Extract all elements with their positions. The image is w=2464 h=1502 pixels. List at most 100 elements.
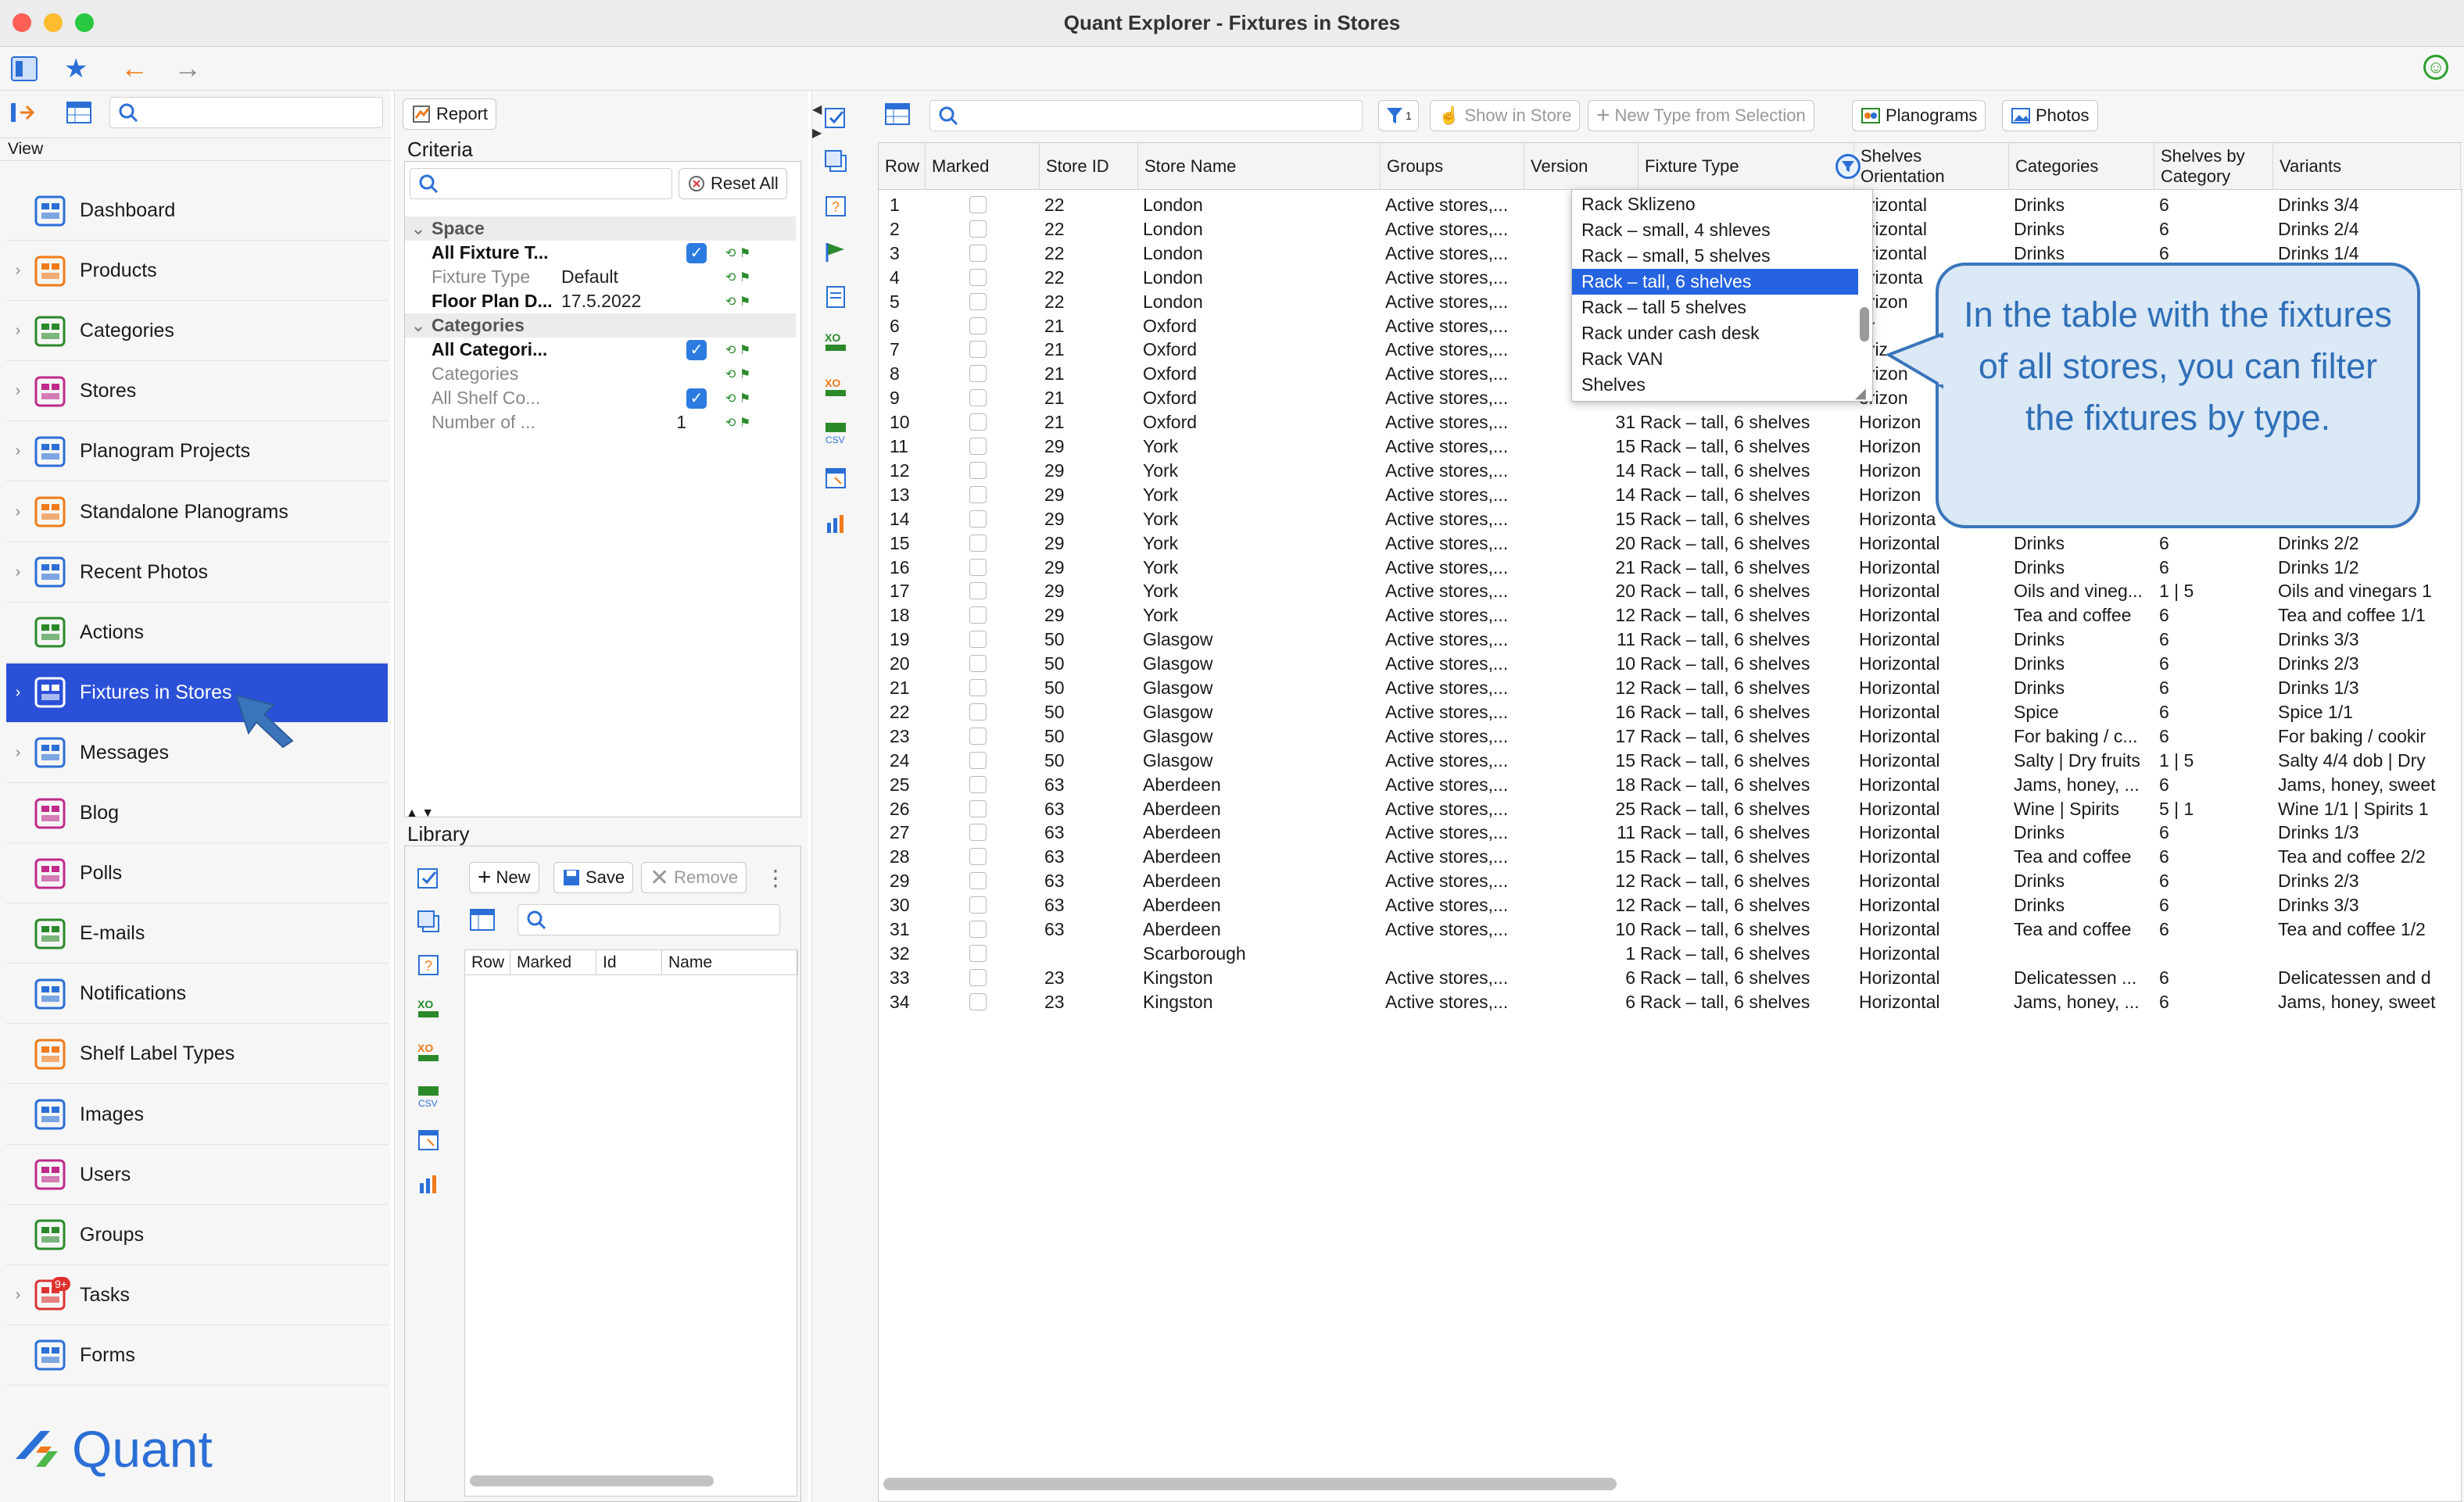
- criteria-actions-icon[interactable]: ⟲ ⚑: [725, 415, 750, 431]
- sidebar-item-shelf-label-types[interactable]: Shelf Label Types: [6, 1025, 388, 1085]
- marked-checkbox[interactable]: [969, 896, 987, 914]
- dropdown-option[interactable]: Rack – tall, 6 shelves: [1572, 269, 1858, 295]
- table-row[interactable]: 25 63 Aberdeen Active stores,... 18 Rack – ta…: [879, 773, 2450, 797]
- marked-checkbox[interactable]: [969, 968, 987, 986]
- chevron-down-icon[interactable]: ⌄: [405, 315, 432, 336]
- collapse-arrow-icon[interactable]: ◀: [812, 102, 822, 117]
- criteria-row[interactable]: Fixture Type Default ⟲ ⚑: [405, 265, 796, 289]
- column-header-variants[interactable]: Variants: [2273, 143, 2461, 190]
- new-button[interactable]: + New: [469, 862, 539, 893]
- sidebar-item-notifications[interactable]: Notifications: [6, 964, 388, 1025]
- flag-icon[interactable]: [822, 238, 850, 266]
- chart-icon[interactable]: [414, 1170, 442, 1198]
- table-row[interactable]: 18 29 York Active stores,... 12 Rack – tall, …: [879, 603, 2450, 628]
- navigation-search-input[interactable]: [109, 97, 383, 128]
- table-row[interactable]: 23 50 Glasgow Active stores,... 17 Rack – tal…: [879, 724, 2450, 749]
- marked-checkbox[interactable]: [969, 292, 987, 310]
- check-icon[interactable]: [822, 103, 850, 131]
- pivot-table-icon[interactable]: [414, 1126, 442, 1154]
- criteria-row[interactable]: Number of ... 1 ⟲ ⚑: [405, 410, 796, 435]
- column-header-categories[interactable]: Categories: [2009, 143, 2154, 190]
- sidebar-item-standalone-planograms[interactable]: › Standalone Planograms: [6, 483, 388, 542]
- show-in-store-button[interactable]: ☝ Show in Store: [1430, 100, 1581, 131]
- marked-checkbox[interactable]: [969, 606, 987, 624]
- marked-checkbox[interactable]: [969, 848, 987, 866]
- table-view-icon[interactable]: [66, 100, 92, 125]
- table-row[interactable]: 19 50 Glasgow Active stores,... 11 Rack – tal…: [879, 628, 2450, 652]
- marked-checkbox[interactable]: [969, 461, 987, 479]
- chevron-right-icon[interactable]: ›: [6, 442, 30, 460]
- table-view-icon[interactable]: [884, 102, 911, 127]
- marked-checkbox[interactable]: [969, 485, 987, 503]
- marked-checkbox[interactable]: [969, 220, 987, 238]
- library-column-header[interactable]: Name: [662, 950, 798, 975]
- marked-checkbox[interactable]: [969, 510, 987, 527]
- save-button[interactable]: Save: [553, 862, 634, 893]
- dropdown-scrollbar[interactable]: [1860, 307, 1869, 342]
- criteria-checkbox[interactable]: ✓: [686, 242, 718, 263]
- criteria-actions-icon[interactable]: ⟲ ⚑: [725, 245, 750, 261]
- sidebar-toggle-icon[interactable]: [11, 56, 38, 81]
- marked-checkbox[interactable]: [969, 751, 987, 769]
- fixture-type-filter-dropdown[interactable]: Rack Sklizeno Rack – small, 4 shleves Rack…: [1571, 189, 1873, 402]
- marked-checkbox[interactable]: [969, 413, 987, 431]
- sidebar-item-polls[interactable]: Polls: [6, 844, 388, 904]
- criteria-checkbox[interactable]: ✓: [686, 339, 718, 360]
- marked-checkbox[interactable]: [969, 582, 987, 600]
- copy-icon[interactable]: [414, 907, 442, 935]
- marked-checkbox[interactable]: [969, 727, 987, 745]
- criteria-actions-icon[interactable]: ⟲ ⚑: [725, 391, 750, 406]
- marked-checkbox[interactable]: [969, 389, 987, 407]
- chevron-right-icon[interactable]: ›: [6, 382, 30, 400]
- marked-checkbox[interactable]: [969, 921, 987, 938]
- new-type-from-selection-button[interactable]: + New Type from Selection: [1588, 100, 1814, 131]
- marked-checkbox[interactable]: [969, 679, 987, 696]
- back-arrow-icon[interactable]: ←: [120, 52, 149, 84]
- dropdown-option[interactable]: Rack VAN: [1572, 346, 1858, 372]
- sidebar-item-actions[interactable]: Actions: [6, 603, 388, 663]
- marked-checkbox[interactable]: [969, 534, 987, 552]
- criteria-row[interactable]: All Categori... ✓ ⟲ ⚑: [405, 338, 796, 362]
- help-icon[interactable]: ?: [414, 951, 442, 979]
- marked-checkbox[interactable]: [969, 992, 987, 1010]
- chevron-right-icon[interactable]: ›: [6, 503, 30, 521]
- chevron-right-icon[interactable]: ›: [6, 1286, 30, 1304]
- table-view-icon[interactable]: [469, 907, 496, 932]
- table-row[interactable]: 31 63 Aberdeen Active stores,... 10 Rack – ta…: [879, 917, 2450, 942]
- criteria-actions-icon[interactable]: ⟲ ⚑: [725, 367, 750, 382]
- marked-checkbox[interactable]: [969, 438, 987, 455]
- marked-checkbox[interactable]: [969, 365, 987, 383]
- marked-checkbox[interactable]: [969, 268, 987, 286]
- sidebar-item-messages[interactable]: › Messages: [6, 724, 388, 783]
- csv-icon[interactable]: CSV: [822, 419, 850, 447]
- expand-arrow-icon[interactable]: ▶: [812, 125, 822, 141]
- marked-checkbox[interactable]: [969, 244, 987, 262]
- favorites-star-icon[interactable]: ★: [64, 53, 88, 84]
- column-header-shelves-by-category[interactable]: Shelves by Category: [2154, 143, 2273, 190]
- marked-checkbox[interactable]: [969, 631, 987, 649]
- table-row[interactable]: 16 29 York Active stores,... 21 Rack – tall, …: [879, 556, 2450, 580]
- sidebar-item-planogram-projects[interactable]: › Planogram Projects: [6, 422, 388, 482]
- column-header-row[interactable]: Row: [879, 143, 926, 190]
- column-header-groups[interactable]: Groups: [1381, 143, 1524, 190]
- dropdown-option[interactable]: Rack Sklizeno: [1572, 191, 1858, 217]
- criteria-actions-icon[interactable]: ⟲ ⚑: [725, 342, 750, 358]
- criteria-search-input[interactable]: [410, 168, 672, 199]
- table-row[interactable]: 24 50 Glasgow Active stores,... 15 Rack – tal…: [879, 749, 2450, 773]
- library-search-input[interactable]: [518, 904, 780, 935]
- reset-all-button[interactable]: Reset All: [679, 168, 787, 199]
- criteria-actions-icon[interactable]: ⟲ ⚑: [725, 294, 750, 309]
- dropdown-option[interactable]: Rack – tall 5 shelves: [1572, 295, 1858, 320]
- planograms-button[interactable]: Planograms: [1852, 100, 1986, 131]
- marked-checkbox[interactable]: [969, 872, 987, 890]
- sidebar-item-e-mails[interactable]: E-mails: [6, 904, 388, 964]
- column-header-shelves-orientation[interactable]: Shelves Orientation: [1854, 143, 2009, 190]
- table-row[interactable]: 17 29 York Active stores,... 20 Rack – tall, …: [879, 579, 2450, 603]
- help-icon[interactable]: ?: [822, 192, 850, 220]
- marked-checkbox[interactable]: [969, 944, 987, 962]
- sidebar-item-dashboard[interactable]: Dashboard: [6, 181, 388, 241]
- table-horizontal-scrollbar[interactable]: [883, 1478, 1617, 1490]
- library-column-header[interactable]: Marked: [510, 950, 596, 975]
- remove-button[interactable]: ✕ Remove: [641, 862, 747, 893]
- table-row[interactable]: 22 50 Glasgow Active stores,... 16 Rack – tal…: [879, 700, 2450, 724]
